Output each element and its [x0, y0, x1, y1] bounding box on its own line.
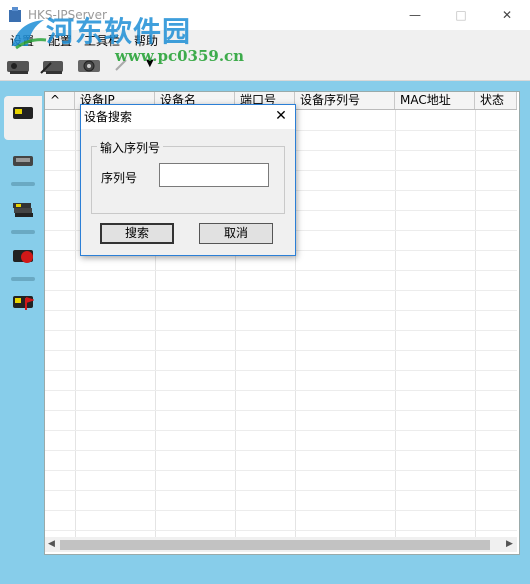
column-header-status[interactable]: 状态 [475, 92, 517, 109]
grid-line [75, 110, 76, 537]
row-line [45, 330, 517, 331]
column-header-serial[interactable]: 设备序列号 [295, 92, 395, 109]
search-button[interactable]: 搜索 [100, 223, 174, 244]
dialog-close-button[interactable]: ✕ [270, 104, 292, 128]
column-header-mac[interactable]: MAC地址 [395, 92, 475, 109]
group-label: 输入序列号 [97, 139, 164, 156]
watermark-url: www.pc0359.cn [115, 47, 245, 65]
nav-separator [11, 277, 35, 281]
close-window-button[interactable]: ✕ [484, 0, 530, 30]
serial-label: 序列号 [101, 171, 138, 185]
row-line [45, 430, 517, 431]
row-line [45, 270, 517, 271]
nav-separator [11, 182, 35, 186]
nav-separator [11, 230, 35, 234]
maximize-button[interactable]: □ [438, 0, 484, 30]
row-line [45, 310, 517, 311]
minimize-button[interactable]: — [392, 0, 438, 30]
scroll-left-icon[interactable]: ◀ [48, 539, 55, 549]
row-line [45, 350, 517, 351]
row-line [45, 490, 517, 491]
cancel-button[interactable]: 取消 [199, 223, 273, 244]
watermark-title: 河东软件园 [46, 15, 192, 48]
delete-icon[interactable] [38, 54, 68, 76]
row-line [45, 510, 517, 511]
device-icon[interactable] [12, 105, 34, 121]
grid-line [395, 110, 396, 537]
device-add-icon[interactable] [12, 153, 34, 169]
row-line [45, 530, 517, 531]
row-line [45, 290, 517, 291]
settings-icon[interactable] [74, 54, 104, 76]
scrollbar-thumb[interactable] [60, 540, 490, 550]
grid-line [475, 110, 476, 537]
watermark-logo [12, 20, 47, 50]
row-line [45, 470, 517, 471]
camera-icon[interactable] [4, 54, 34, 76]
dialog-title: 设备搜索 [84, 110, 133, 124]
column-header-sort[interactable]: ^ [45, 92, 75, 109]
row-line [45, 370, 517, 371]
device-alert-icon[interactable] [12, 248, 34, 264]
row-line [45, 410, 517, 411]
device-net-icon[interactable] [12, 202, 34, 218]
device-flag-icon[interactable] [12, 294, 34, 310]
row-line [45, 390, 517, 391]
scroll-right-icon[interactable]: ▶ [506, 539, 513, 549]
serial-input[interactable] [159, 163, 269, 187]
row-line [45, 450, 517, 451]
